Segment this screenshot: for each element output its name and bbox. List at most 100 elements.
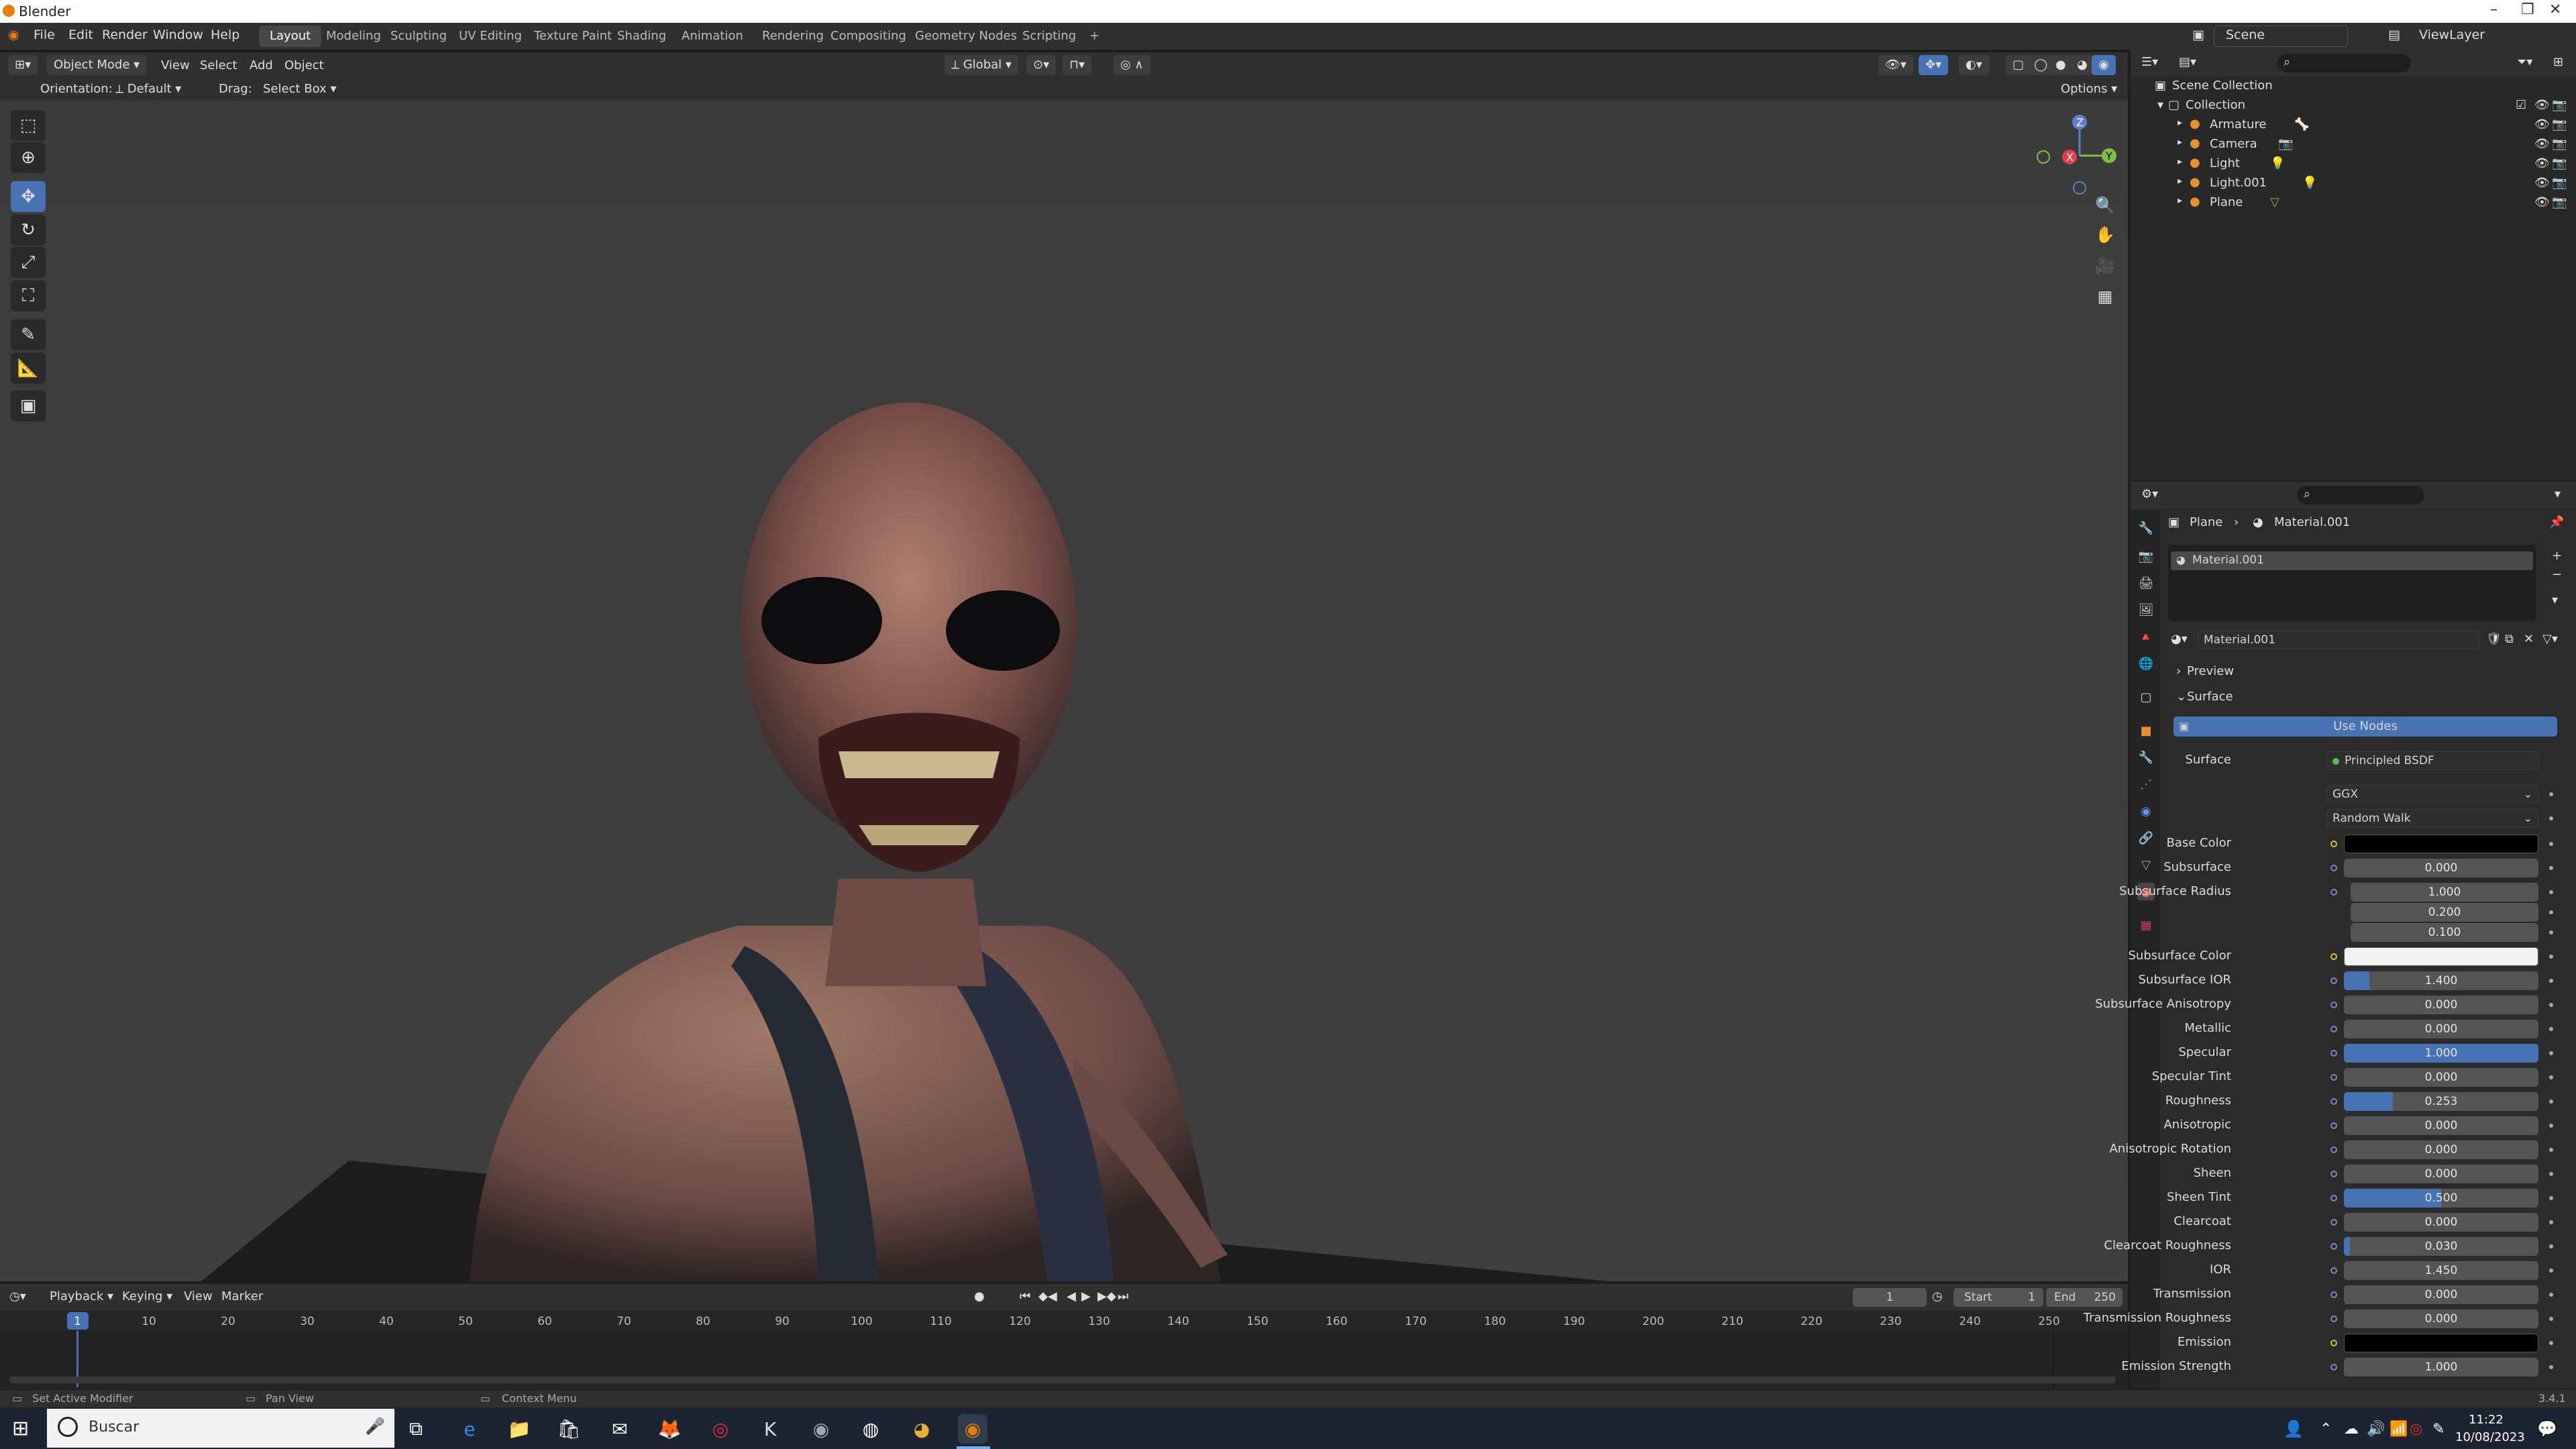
outliner-item-light[interactable]: ▸ ● Light 💡 👁 📷 [2131, 154, 2576, 174]
editor-type-icon[interactable]: ⊞▾ [8, 55, 38, 75]
tab-uv-editing[interactable]: UV Editing [448, 25, 533, 47]
input-socket-icon[interactable] [2330, 841, 2337, 847]
input-socket-icon[interactable] [2330, 1050, 2337, 1057]
menu-window[interactable]: Window [153, 28, 203, 42]
keyframe-dot-icon[interactable] [2549, 816, 2553, 820]
add-cube-tool-icon[interactable]: ▣ [11, 390, 46, 421]
visibility-eye-icon[interactable]: 👁 [2534, 195, 2550, 209]
firefox-icon[interactable]: 🦊 [655, 1414, 684, 1444]
prev-keyframe-icon[interactable]: ◆◀ [1038, 1289, 1057, 1303]
select-box-tool-icon[interactable]: ⬚ [11, 110, 46, 141]
keyframe-dot-icon[interactable] [2549, 910, 2553, 914]
numeric-slider-field[interactable]: 1.450 [2344, 1261, 2538, 1280]
menu-object[interactable]: Object [284, 58, 324, 72]
current-frame-field[interactable]: 1 [1853, 1288, 1927, 1307]
render-camera-icon[interactable]: 📷 [2552, 137, 2567, 151]
tab-compositing[interactable]: Compositing [820, 25, 917, 47]
pin-icon[interactable]: 📌 [2549, 515, 2564, 529]
next-keyframe-icon[interactable]: ▶◆ [1097, 1289, 1116, 1303]
keyframe-dot-icon[interactable] [2549, 890, 2553, 894]
modifier-tab-icon[interactable]: 🔧 [2137, 749, 2155, 766]
tab-scripting[interactable]: Scripting [1012, 25, 1087, 47]
tab-sculpting[interactable]: Sculpting [380, 25, 458, 47]
outliner-search-field[interactable]: ⌕ [2277, 54, 2411, 72]
input-socket-icon[interactable] [2330, 865, 2337, 871]
menu-add[interactable]: Add [250, 58, 273, 72]
pan-hand-icon[interactable]: ✋ [2090, 221, 2120, 248]
keyframe-dot-icon[interactable] [2549, 1075, 2553, 1079]
keyframe-dot-icon[interactable] [2549, 1220, 2553, 1224]
scale-tool-icon[interactable]: ⤢ [11, 247, 46, 278]
numeric-slider-field[interactable]: 0.000 [2344, 1020, 2538, 1038]
timeline-editor-type-icon[interactable]: ◷▾ [9, 1289, 26, 1303]
color-swatch-field[interactable] [2344, 835, 2538, 853]
input-socket-icon[interactable] [2330, 977, 2337, 984]
object-data-icon[interactable]: 💡 [2302, 176, 2317, 190]
outliner-row-scene-collection[interactable]: ▣ Scene Collection [2131, 76, 2576, 96]
keyframe-dot-icon[interactable] [2549, 1051, 2553, 1055]
color-swatch-field[interactable] [2344, 947, 2538, 966]
constraints-tab-icon[interactable]: 🔗 [2137, 829, 2155, 847]
blender-menu-icon[interactable]: ◉ [8, 28, 19, 42]
keyframe-dot-icon[interactable] [2549, 1244, 2553, 1248]
mail-icon[interactable]: ✉ [605, 1414, 635, 1444]
keyframe-dot-icon[interactable] [2549, 1124, 2553, 1128]
maximize-button[interactable]: ❐ [2521, 1, 2534, 18]
snap-icon[interactable]: ⊓▾ [1063, 55, 1092, 75]
input-socket-icon[interactable] [2330, 1291, 2337, 1298]
windows-start-icon[interactable]: ⊞ [12, 1417, 29, 1440]
material-name-field[interactable]: Material.001 [2198, 631, 2479, 649]
visibility-eye-icon[interactable]: 👁 [2534, 117, 2550, 131]
network-icon[interactable]: ☁ [2344, 1421, 2359, 1438]
view-layer-tab-icon[interactable]: 🖼 [2137, 601, 2155, 619]
outliner-editor-type-icon[interactable]: ☰▾ [2141, 55, 2158, 69]
proportional-edit-icon[interactable]: ◎ ∧ [1114, 55, 1150, 75]
orientation-dropdown[interactable]: ⟂ Default ▾ [115, 82, 181, 96]
numeric-slider-field[interactable]: 0.000 [2344, 859, 2538, 877]
use-nodes-button[interactable]: ▣ Use Nodes [2174, 716, 2557, 737]
link-type-icon[interactable]: ▽▾ [2542, 632, 2558, 646]
input-socket-icon[interactable] [2330, 1364, 2337, 1371]
end-frame-field[interactable]: End 250 [2046, 1288, 2123, 1307]
visibility-eye-icon[interactable]: 👁 [2534, 156, 2550, 170]
record-icon[interactable]: ● [974, 1289, 985, 1303]
object-data-icon[interactable]: ▽ [2270, 195, 2279, 209]
keyframe-dot-icon[interactable] [2549, 1341, 2553, 1345]
keyframe-dot-icon[interactable] [2549, 866, 2553, 870]
add-slot-icon[interactable]: + [2552, 549, 2562, 563]
cursor-tool-icon[interactable]: ⊕ [11, 142, 46, 173]
numeric-slider-field[interactable]: 1.000 [2344, 1044, 2538, 1063]
keyframe-dot-icon[interactable] [2549, 1027, 2553, 1031]
menu-render[interactable]: Render [102, 28, 148, 42]
outliner-item-armature[interactable]: ▸ ● Armature 🦴 👁 📷 [2131, 115, 2576, 135]
jump-end-icon[interactable]: ⏭ [1118, 1289, 1128, 1303]
microphone-icon[interactable]: 🎤 [365, 1417, 385, 1436]
properties-editor-type-icon[interactable]: ⚙▾ [2141, 487, 2158, 501]
file-explorer-icon[interactable]: 📁 [504, 1414, 534, 1444]
outliner-item-camera[interactable]: ▸ ● Camera 📷 👁 📷 [2131, 135, 2576, 154]
input-socket-icon[interactable] [2330, 1122, 2337, 1129]
transform-orientation-selector[interactable]: ⟂ Global ▾ [945, 55, 1018, 75]
scene-selector[interactable] [2214, 25, 2348, 47]
outliner-item-light-001[interactable]: ▸ ● Light.001 💡 👁 📷 [2131, 174, 2576, 193]
mode-selector[interactable]: Object Mode ▾ [47, 55, 147, 75]
distribution-dropdown[interactable]: GGX ⌄ [2326, 785, 2538, 804]
expand-arrow-icon[interactable]: ▸ [2178, 176, 2182, 186]
tab-layout[interactable]: Layout [259, 25, 322, 47]
input-socket-icon[interactable] [2330, 953, 2337, 960]
volume-icon[interactable]: 🔊 [2367, 1421, 2385, 1438]
keyframe-dot-icon[interactable] [2549, 1293, 2553, 1297]
surface-shader-field[interactable]: Principled BSDF [2326, 751, 2538, 770]
numeric-slider-field[interactable]: 0.000 [2344, 1213, 2538, 1232]
output-tab-icon[interactable]: 🖨 [2137, 574, 2155, 592]
visibility-eye-icon[interactable]: 👁 [2534, 98, 2550, 112]
input-socket-icon[interactable] [2330, 1098, 2337, 1105]
object-tab-icon[interactable]: ■ [2137, 722, 2155, 739]
chrome-icon[interactable]: ◕ [907, 1414, 936, 1444]
input-socket-icon[interactable] [2330, 1171, 2337, 1177]
duplicate-material-icon[interactable]: ⧉ [2505, 632, 2514, 646]
visibility-eye-icon[interactable]: 👁 [2534, 137, 2550, 151]
numeric-slider-field[interactable]: 0.100 [2351, 923, 2538, 942]
exclude-checkbox-icon[interactable]: ☑ [2516, 98, 2526, 112]
keyframe-dot-icon[interactable] [2549, 1003, 2553, 1007]
